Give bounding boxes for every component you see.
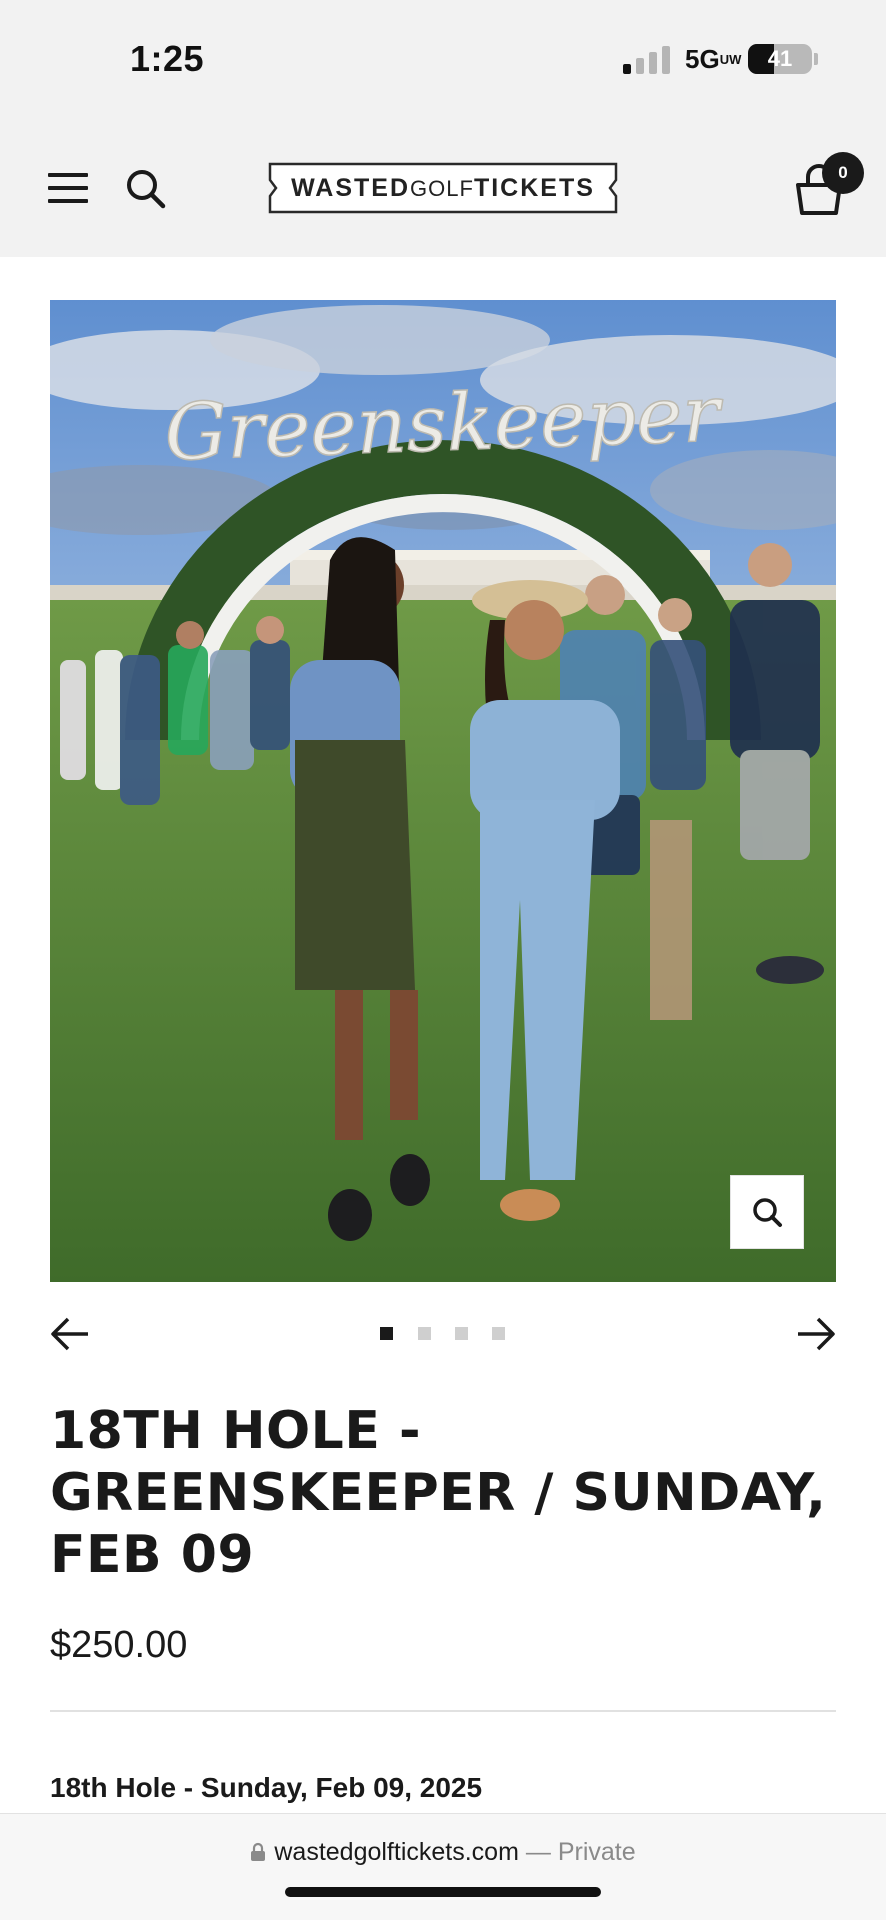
battery-icon: 41 [748, 44, 812, 74]
magnifier-icon [753, 1198, 782, 1227]
gallery-dot[interactable] [492, 1327, 505, 1340]
logo-wordmark: WASTEDGOLFTICKETS [291, 174, 595, 202]
variant-label: 18th Hole - Sunday, Feb 09, 2025 [50, 1772, 483, 1803]
search-icon[interactable] [124, 167, 168, 211]
product-title: 18TH HOLE - GREENSKEEPER / SUNDAY, FEB 0… [50, 1401, 827, 1585]
divider [50, 1710, 836, 1712]
hamburger-menu-icon[interactable] [48, 173, 88, 203]
zoom-button[interactable] [730, 1175, 804, 1249]
status-time: 1:25 [130, 38, 205, 79]
gallery-dot[interactable] [418, 1327, 431, 1340]
product-price: $250.00 [50, 1624, 188, 1666]
cart-count-badge[interactable]: 0 [822, 152, 864, 194]
gallery-pagination [380, 1327, 510, 1341]
home-indicator[interactable] [285, 1887, 601, 1897]
url-domain: wastedgolftickets.com [274, 1838, 519, 1866]
battery-level: 41 [767, 46, 793, 71]
status-bar: 1:25 5GUW 41 [0, 0, 886, 115]
url-separator: — [518, 1838, 558, 1866]
gallery-dot[interactable] [380, 1327, 393, 1340]
gallery-dot[interactable] [455, 1327, 468, 1340]
cellular-signal-icon [623, 44, 671, 74]
product-image[interactable]: Greenskeeper [50, 300, 836, 1282]
site-header: WASTEDGOLFTICKETS 0 [0, 115, 886, 257]
next-image-arrow-icon[interactable] [796, 1316, 836, 1352]
network-indicator: 5GUW [685, 44, 742, 74]
lock-icon [250, 1840, 266, 1869]
url-display[interactable]: wastedgolftickets.com — Private [0, 1838, 886, 1869]
previous-image-arrow-icon[interactable] [50, 1316, 90, 1352]
browser-url-bar[interactable]: wastedgolftickets.com — Private [0, 1813, 886, 1920]
private-mode-label: Private [557, 1838, 636, 1866]
site-logo[interactable]: WASTEDGOLFTICKETS [268, 162, 618, 214]
